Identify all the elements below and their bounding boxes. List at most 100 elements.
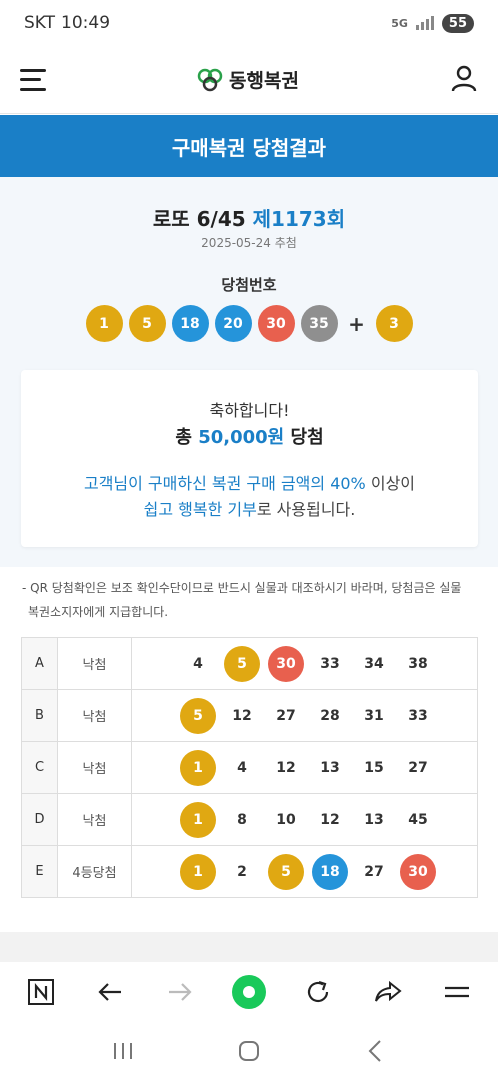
brand-logo[interactable]: 동행복권 [197,66,299,93]
winning-number-ball: 1 [85,305,123,342]
matched-number: 30 [396,853,440,890]
matched-number: 5 [264,853,308,890]
ticket-number: 13 [320,759,340,776]
carrier: SKT [24,13,56,33]
ticket-number: 4 [193,655,203,672]
ticket-number: 2 [237,863,247,880]
page-title: 구매복권 당첨결과 [171,135,327,160]
clock: 10:49 [61,13,111,33]
ticket-number: 27 [364,863,384,880]
ticket-number: 33 [320,655,340,672]
round-number: 제1173회 [252,207,346,231]
donation-text-2: 로 사용됩니다. [256,500,356,519]
share-icon[interactable] [363,967,413,1017]
ticket-number: 34 [364,655,384,672]
matched-number-ball: 30 [268,645,304,682]
menu-icon[interactable] [432,967,482,1017]
matched-number: 1 [176,801,220,838]
ticket-numbers: 1 2 5 18 27 30 [131,845,478,898]
matched-number-ball: 30 [400,853,436,890]
back-arrow-icon[interactable] [85,967,135,1017]
qr-notice: - QR 당첨확인은 보조 확인수단이므로 반드시 실물과 대조하시기 바라며,… [22,576,482,624]
ticket-result: 낙첨 [57,793,132,846]
battery-badge: 55 [441,13,474,33]
winning-number-ball: 35 [300,305,338,342]
matched-number: 18 [308,853,352,890]
matched-number: 1 [176,749,220,786]
matched-number-ball: 1 [180,749,216,786]
ticket-number: 12 [276,759,296,776]
ticket-line-label: D [21,793,58,846]
donation-text-1: 이상이 [365,474,416,493]
ticket-number: 12 [320,811,340,828]
signal-icon [415,16,434,30]
ticket-result: 낙첨 [57,741,132,794]
ticket-result: 4등당첨 [57,845,132,898]
ticket-line-label: A [21,637,58,690]
matched-number: 30 [264,645,308,682]
total-prize: 총 50,000원 당첨 [21,423,478,449]
draw-title: 로또 6/45 제1173회 [0,203,498,232]
ticket-number: 33 [408,707,428,724]
ticket-numbers: 1 4 12 13 15 27 [131,741,478,794]
recent-apps-icon[interactable] [98,1026,148,1076]
ticket-numbers: 4 5 30 33 34 38 [131,637,478,690]
ticket-number: 15 [364,759,384,776]
page-footer-strip [0,932,498,962]
ticket-row: A 낙첨 4 5 30 33 34 38 [21,637,478,690]
network-type: 5G [391,16,408,30]
matched-number-ball: 5 [180,697,216,734]
winning-number-ball: 18 [171,305,209,342]
ticket-line-label: C [21,741,58,794]
ticket-number: 28 [320,707,340,724]
ticket-number: 45 [408,811,428,828]
donation-line-2: 쉽고 행복한 기부로 사용됩니다. [21,496,478,520]
donation-highlight-2: 쉽고 행복한 기부 [143,500,257,519]
matched-number: 1 [176,853,220,890]
naver-n-icon[interactable] [16,967,66,1017]
matched-number: 5 [176,697,220,734]
forward-arrow-icon[interactable] [155,967,205,1017]
ticket-numbers: 1 8 10 12 13 45 [131,793,478,846]
notice-line-2: 복권소지자에게 지급합니다. [28,605,169,619]
refresh-icon[interactable] [293,967,343,1017]
ticket-number: 10 [276,811,296,828]
home-green-icon[interactable] [224,967,274,1017]
matched-number: 5 [220,645,264,682]
ticket-line-label: E [21,845,58,898]
ticket-number: 12 [232,707,252,724]
page-banner: 구매복권 당첨결과 [0,115,498,177]
system-navigation-bar [0,1022,498,1079]
ticket-result: 낙첨 [57,689,132,742]
ticket-line-label: B [21,689,58,742]
user-profile-icon[interactable] [450,64,478,96]
ticket-row: E 4등당첨 1 2 5 18 27 30 [21,845,478,898]
bonus-number-ball: 3 [375,305,413,342]
ticket-numbers: 5 12 27 28 31 33 [131,689,478,742]
game-name: 로또 6/45 [152,207,246,231]
status-bar: SKT 10:49 5G 55 [0,0,498,46]
result-card: 축하합니다! 총 50,000원 당첨 고객님이 구매하신 복권 구매 금액의 … [21,370,478,547]
winning-numbers-label: 당첨번호 [221,276,277,294]
matched-number-ball: 1 [180,853,216,890]
ticket-number: 4 [237,759,247,776]
matched-number-ball: 5 [268,853,304,890]
winning-number-ball: 20 [214,305,252,342]
matched-number-ball: 1 [180,801,216,838]
home-icon[interactable] [224,1026,274,1076]
ticket-number: 38 [408,655,428,672]
back-icon[interactable] [350,1026,400,1076]
browser-toolbar [0,962,498,1022]
ticket-number: 8 [237,811,247,828]
hamburger-menu-icon[interactable] [20,68,46,91]
bonus-plus-sign: + [348,311,365,336]
draw-date: 2025-05-24 추첨 [201,236,297,250]
ticket-row: D 낙첨 1 8 10 12 13 45 [21,793,478,846]
ticket-row: C 낙첨 1 4 12 13 15 27 [21,741,478,794]
matched-number-ball: 18 [312,853,348,890]
brand-name: 동행복권 [229,70,299,92]
winning-number-ball: 30 [257,305,295,342]
draw-result-section: 로또 6/45 제1173회 2025-05-24 추첨 당첨번호 1 5 18 20… [0,177,498,567]
ticket-number: 31 [364,707,384,724]
total-amount: 50,000원 [198,427,285,448]
